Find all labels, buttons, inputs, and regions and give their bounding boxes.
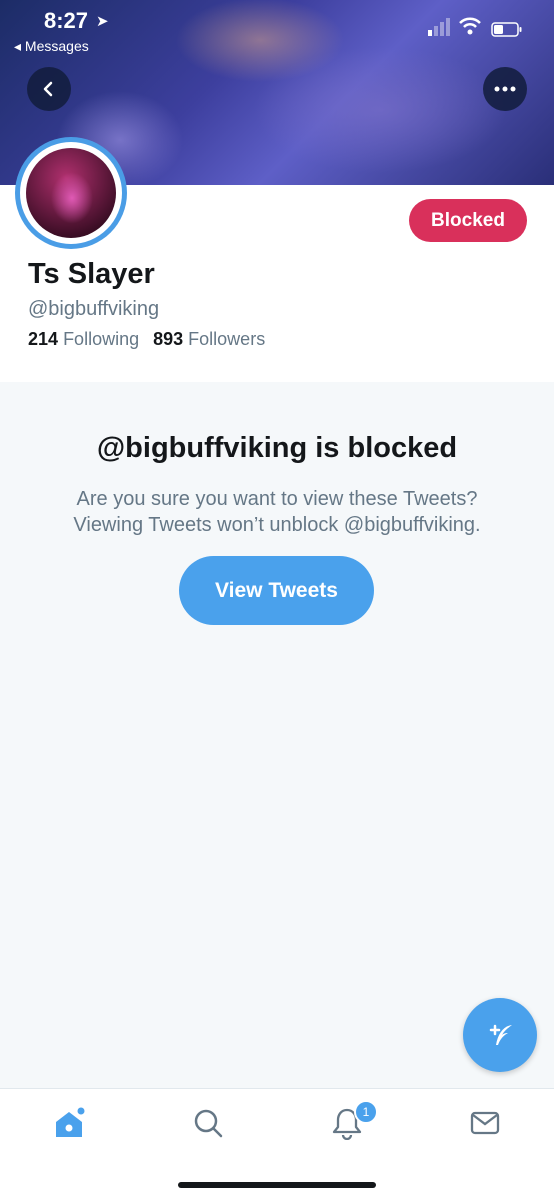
chevron-left-icon — [43, 81, 53, 97]
messages-icon — [470, 1111, 500, 1135]
notification-badge: 1 — [354, 1100, 378, 1124]
tab-home[interactable] — [49, 1103, 89, 1143]
battery-icon — [491, 22, 522, 37]
home-icon — [56, 1107, 85, 1137]
followers-label: Followers — [188, 329, 266, 349]
more-options-button[interactable] — [483, 67, 527, 111]
search-icon — [194, 1109, 223, 1138]
following-label: Following — [63, 329, 140, 349]
view-tweets-button[interactable]: View Tweets — [179, 556, 374, 625]
tab-messages[interactable] — [465, 1103, 505, 1143]
blocked-description-line-1: Are you sure you want to view these Twee… — [76, 488, 478, 510]
avatar[interactable] — [15, 137, 127, 249]
blocked-button[interactable]: Blocked — [409, 199, 527, 242]
status-bar: 8:27 ➤ ◂ Messages — [0, 0, 554, 60]
followers-count: 893 — [153, 329, 184, 349]
followers-link[interactable]: 893 Followers — [153, 329, 265, 349]
blocked-description: Are you sure you want to view these Twee… — [0, 486, 554, 538]
location-icon: ➤ — [96, 13, 109, 30]
home-indicator — [178, 1182, 376, 1188]
compose-tweet-button[interactable] — [463, 998, 537, 1072]
back-to-messages-link[interactable]: ◂ Messages — [14, 38, 89, 55]
blocked-title: @bigbuffviking is blocked — [96, 432, 458, 464]
following-link[interactable]: 214 Following — [28, 329, 139, 349]
blocked-description-line-2: Viewing Tweets won’t unblock @bigbuffvik… — [73, 514, 481, 536]
avatar-photo — [26, 148, 116, 238]
following-count: 214 — [28, 329, 59, 349]
display-name: Ts Slayer — [28, 258, 155, 290]
profile-handle: @bigbuffviking — [28, 298, 160, 320]
more-icon — [494, 86, 516, 92]
back-button[interactable] — [27, 67, 71, 111]
status-time: 8:27 — [44, 8, 89, 33]
compose-feather-icon — [489, 1024, 512, 1045]
signal-icon — [428, 18, 450, 36]
tab-search[interactable] — [188, 1103, 228, 1143]
wifi-icon — [459, 17, 481, 35]
follow-stats: 214 Following 893 Followers — [28, 329, 265, 350]
